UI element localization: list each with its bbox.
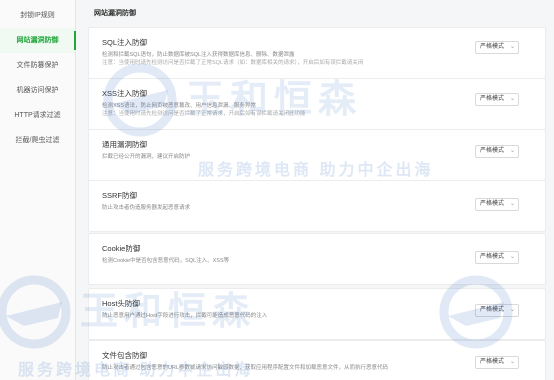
card-description: 检测XSS语法，防止网页被恶意篡改、用户信息泄漏、服务异常 [102, 103, 257, 109]
chevron-down-icon: ⌄ [509, 254, 515, 260]
sidebar-item-file-tamper-protection[interactable]: 文件防篡保护 [0, 53, 75, 78]
chevron-down-icon: ⌄ [509, 44, 515, 50]
mode-select-value: 严格模式 [480, 254, 505, 260]
card-description: 防止攻击者通过包含恶意的URL参数或请求访问敏感数据、获取应用程序配置文件和加载… [102, 365, 389, 371]
mode-select[interactable]: 严格模式 ⌄ [475, 251, 519, 264]
card-description: 拦截已经公开的漏洞，建议开启防护 [102, 154, 191, 160]
main-panel: 网站漏洞防御 SQL注入防御 检测和拦截SQL语句，防止数据库被SQL注入获得数… [88, 0, 546, 380]
page-title: 网站漏洞防御 [94, 10, 136, 17]
card-host-header-defense: Host头防御 防止恶意用户通过Host字段进行攻击，拦截可能造成恶意代码的注入… [88, 288, 546, 340]
card-file-inclusion-defense: 文件包含防御 防止攻击者通过包含恶意的URL参数或请求访问敏感数据、获取应用程序… [88, 340, 546, 380]
chevron-down-icon: ⌄ [509, 96, 515, 102]
sidebar-item-bot-access-protection[interactable]: 机器访问保护 [0, 78, 75, 103]
mode-select-value: 严格模式 [480, 359, 505, 365]
card-title: SSRF防御 [102, 191, 138, 200]
mode-select[interactable]: 严格模式 ⌄ [475, 93, 519, 106]
mode-select-value: 严格模式 [480, 201, 505, 207]
mode-select[interactable]: 严格模式 ⌄ [475, 41, 519, 54]
card-title: 文件包含防御 [102, 351, 147, 360]
card-note: 注意：当使用时请先检测访问是否拦截了正常请求，开启后如有误拦截请关闭此功能 [102, 111, 306, 117]
card-title: Cookie防御 [102, 244, 141, 253]
card-title: XSS注入防御 [102, 89, 148, 98]
card-sql-injection-defense: SQL注入防御 检测和拦截SQL语句，防止数据库被SQL注入获得数据库信息、删除… [88, 27, 546, 79]
card-title: Host头防御 [102, 299, 140, 308]
card-description: 检测和拦截SQL语句，防止数据库被SQL注入获得数据库信息、删除、数据泄露 [102, 52, 295, 58]
card-description: 检测Cookie中是否包含恶意代码，SQL注入、XSS等 [102, 258, 230, 264]
card-description: 防止攻击者伪造服务器发起恶意请求 [102, 205, 191, 211]
card-general-vulnerability-defense: 通用漏洞防御 拦截已经公开的漏洞，建议开启防护 严格模式 ⌄ [88, 129, 546, 181]
sidebar-item-ip-block-rules[interactable]: 封锁IP规则 [0, 3, 75, 28]
card-xss-injection-defense: XSS注入防御 检测XSS语法，防止网页被恶意篡改、用户信息泄漏、服务异常 注意… [88, 78, 546, 130]
card-title: SQL注入防御 [102, 38, 148, 47]
card-ssrf-defense: SSRF防御 防止攻击者伪造服务器发起恶意请求 严格模式 ⌄ [88, 180, 546, 232]
chevron-down-icon: ⌄ [509, 359, 515, 365]
sidebar-item-http-request-filter[interactable]: HTTP请求过滤 [0, 103, 75, 128]
mode-select[interactable]: 严格模式 ⌄ [475, 198, 519, 211]
mode-select-value: 严格模式 [480, 96, 505, 102]
settings-sidebar: 封锁IP规则 网站漏洞防御 文件防篡保护 机器访问保护 HTTP请求过滤 拦截/… [0, 0, 76, 380]
mode-select[interactable]: 严格模式 ⌄ [475, 145, 519, 158]
sidebar-item-vulnerability-defense[interactable]: 网站漏洞防御 [0, 28, 76, 53]
mode-select-value: 严格模式 [480, 44, 505, 50]
chevron-down-icon: ⌄ [509, 148, 515, 154]
card-title: 通用漏洞防御 [102, 140, 147, 149]
mode-select-value: 严格模式 [480, 148, 505, 154]
chevron-down-icon: ⌄ [509, 201, 515, 207]
card-description: 防止恶意用户通过Host字段进行攻击，拦截可能造成恶意代码的注入 [102, 313, 268, 319]
mode-select[interactable]: 严格模式 ⌄ [475, 304, 519, 317]
mode-select[interactable]: 严格模式 ⌄ [475, 356, 519, 369]
sidebar-item-crawler-filter[interactable]: 拦截/爬虫过滤 [0, 128, 75, 153]
mode-select-value: 严格模式 [480, 307, 505, 313]
card-note: 注意：当使用时请先检测访问是否拦截了正常SQL请求（如：数据库相关的请求），开启… [102, 60, 364, 66]
chevron-down-icon: ⌄ [509, 307, 515, 313]
card-cookie-defense: Cookie防御 检测Cookie中是否包含恶意代码，SQL注入、XSS等 严格… [88, 233, 546, 285]
